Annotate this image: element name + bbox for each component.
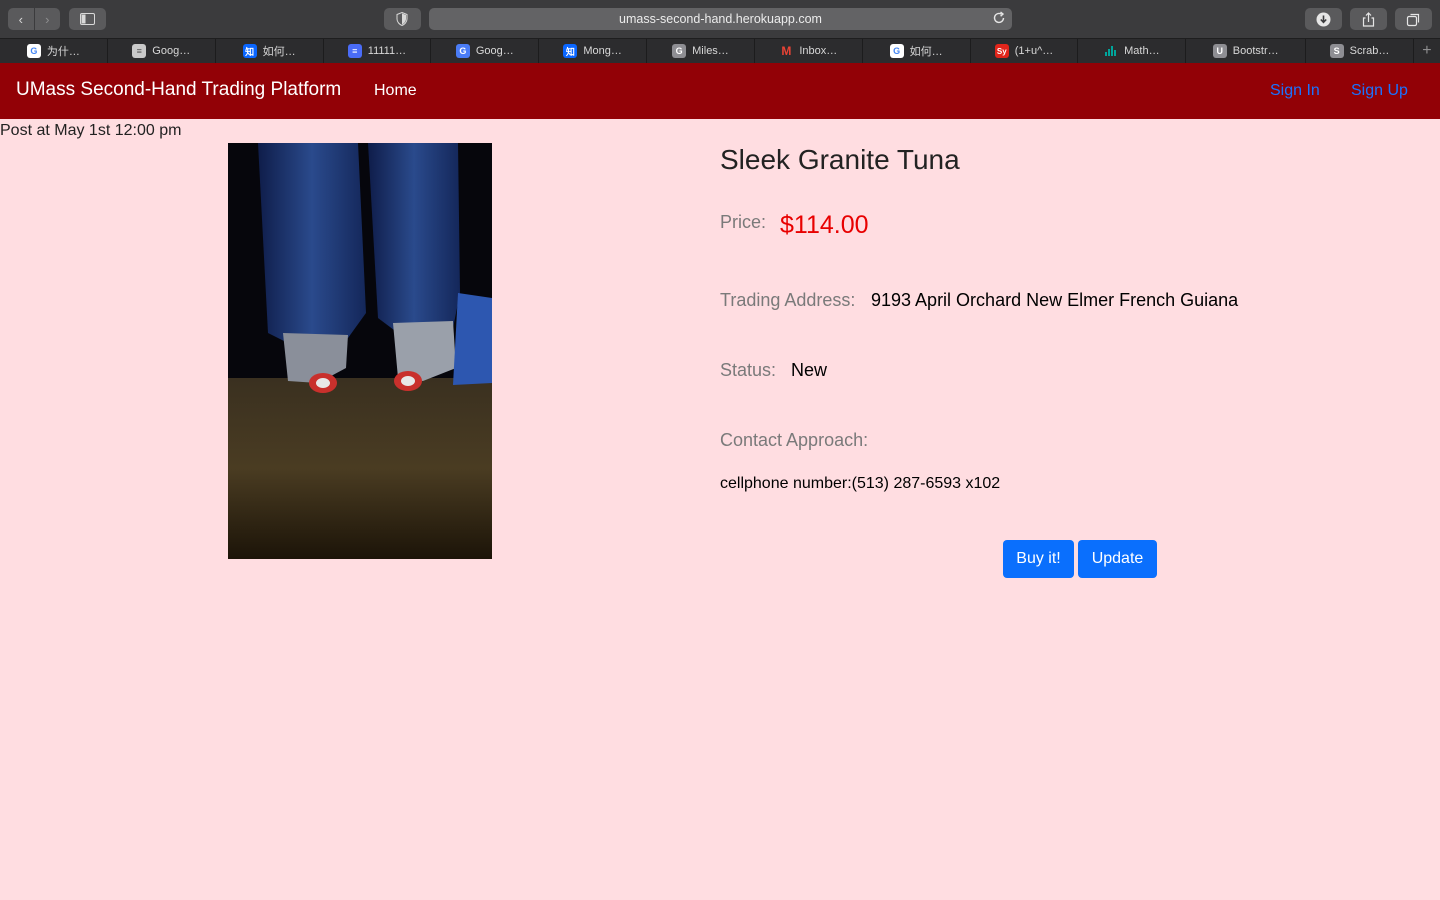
tab-label: Math… [1124,45,1160,57]
product-title: Sleek Granite Tuna [720,144,960,175]
post-timestamp: Post at May 1st 12:00 pm [0,122,182,139]
tab-item[interactable]: ≡ Goog… [108,39,216,63]
site-navbar: UMass Second-Hand Trading Platform Home … [0,63,1440,119]
browser-toolbar: ‹ › umass-second-hand.herokuapp.com [0,0,1440,38]
google-docs-icon: ≡ [132,44,147,58]
sign-in-link[interactable]: Sign In [1270,82,1320,100]
product-image [228,143,492,559]
tab-item[interactable]: Sy (1+u^… [971,39,1079,63]
tab-item[interactable]: G 如何… [863,39,971,63]
zhihu-icon: 知 [242,44,257,58]
privacy-button[interactable] [384,8,421,30]
tab-label: Inbox… [799,45,838,57]
tab-label: 如何… [909,46,943,58]
google-icon: G [889,44,904,58]
new-tab-plus-icon[interactable]: + [1414,39,1440,63]
symbolab-icon: Sy [994,44,1009,58]
download-icon [1316,12,1331,27]
address-bar[interactable]: umass-second-hand.herokuapp.com [429,8,1012,30]
tab-item[interactable]: G 为什… [0,39,108,63]
gmail-icon: M [779,44,794,58]
tab-item[interactable]: G Miles… [647,39,755,63]
tab-label: Miles… [692,45,729,57]
bookmarks-bar: G 为什… ≡ Goog… 知如何… ≡ 11111… G Goog… 知 Mong… G… [0,38,1440,63]
tab-label: Goog… [152,45,191,57]
letter-s-icon: S [1329,44,1344,58]
tabs-icon [1406,13,1420,27]
tab-label: 11111… [367,45,407,57]
tab-item[interactable]: ≡ 11111… [324,39,432,63]
tab-label: 如何… [262,46,296,58]
tab-item[interactable]: 知 Mong… [539,39,648,63]
price-value: $114.00 [780,211,869,239]
tab-label: Goog… [475,45,514,57]
share-button[interactable] [1350,8,1387,30]
bar-chart-icon [1104,44,1119,58]
tab-label: (1+u^… [1014,45,1054,57]
tab-item[interactable]: 知如何… [216,39,324,63]
tab-item[interactable]: M Inbox… [755,39,863,63]
address-label: Trading Address: [720,290,856,310]
brand-link[interactable]: UMass Second-Hand Trading Platform [16,79,341,101]
address-value: 9193 April Orchard New Elmer French Guia… [871,290,1239,310]
reload-icon[interactable] [992,11,1006,25]
sign-up-link[interactable]: Sign Up [1351,82,1408,100]
update-button[interactable]: Update [1078,540,1157,578]
tab-label: Mong… [583,45,622,57]
zhihu-icon: 知 [563,44,578,58]
contact-label: Contact Approach: [720,430,869,450]
shield-icon [396,12,408,26]
url-text: umass-second-hand.herokuapp.com [619,12,822,26]
history-buttons: ‹ › [8,8,60,30]
letter-u-icon: U [1212,44,1227,58]
status-label: Status: [720,360,777,380]
tab-label: Bootstr… [1232,45,1279,57]
document-icon: ≡ [347,44,362,58]
tab-overview-button[interactable] [1395,8,1432,30]
sidebar-icon [80,13,95,25]
google-translate-icon: G [455,44,470,58]
price-label: Price: [720,212,767,232]
back-arrow-icon[interactable]: ‹ [8,8,34,30]
share-icon [1362,12,1375,27]
google-icon: G [26,44,41,58]
letter-g-icon: G [672,44,687,58]
sidebar-toggle-button[interactable] [69,8,106,30]
tab-item[interactable]: G Goog… [431,39,540,63]
status-value: New [791,360,828,380]
tab-label: Scrab… [1349,45,1390,57]
buy-button[interactable]: Buy it! [1003,540,1074,578]
tab-item[interactable]: Math… [1078,39,1187,63]
tab-label: 为什… [46,46,80,58]
tab-item[interactable]: S Scrab… [1306,39,1414,63]
downloads-button[interactable] [1305,8,1342,30]
contact-value: cellphone number:(513) 287-6593 x102 [720,475,1001,492]
tab-item[interactable]: U Bootstr… [1186,39,1307,63]
nav-home-link[interactable]: Home [374,82,417,100]
forward-arrow-icon[interactable]: › [33,8,61,30]
